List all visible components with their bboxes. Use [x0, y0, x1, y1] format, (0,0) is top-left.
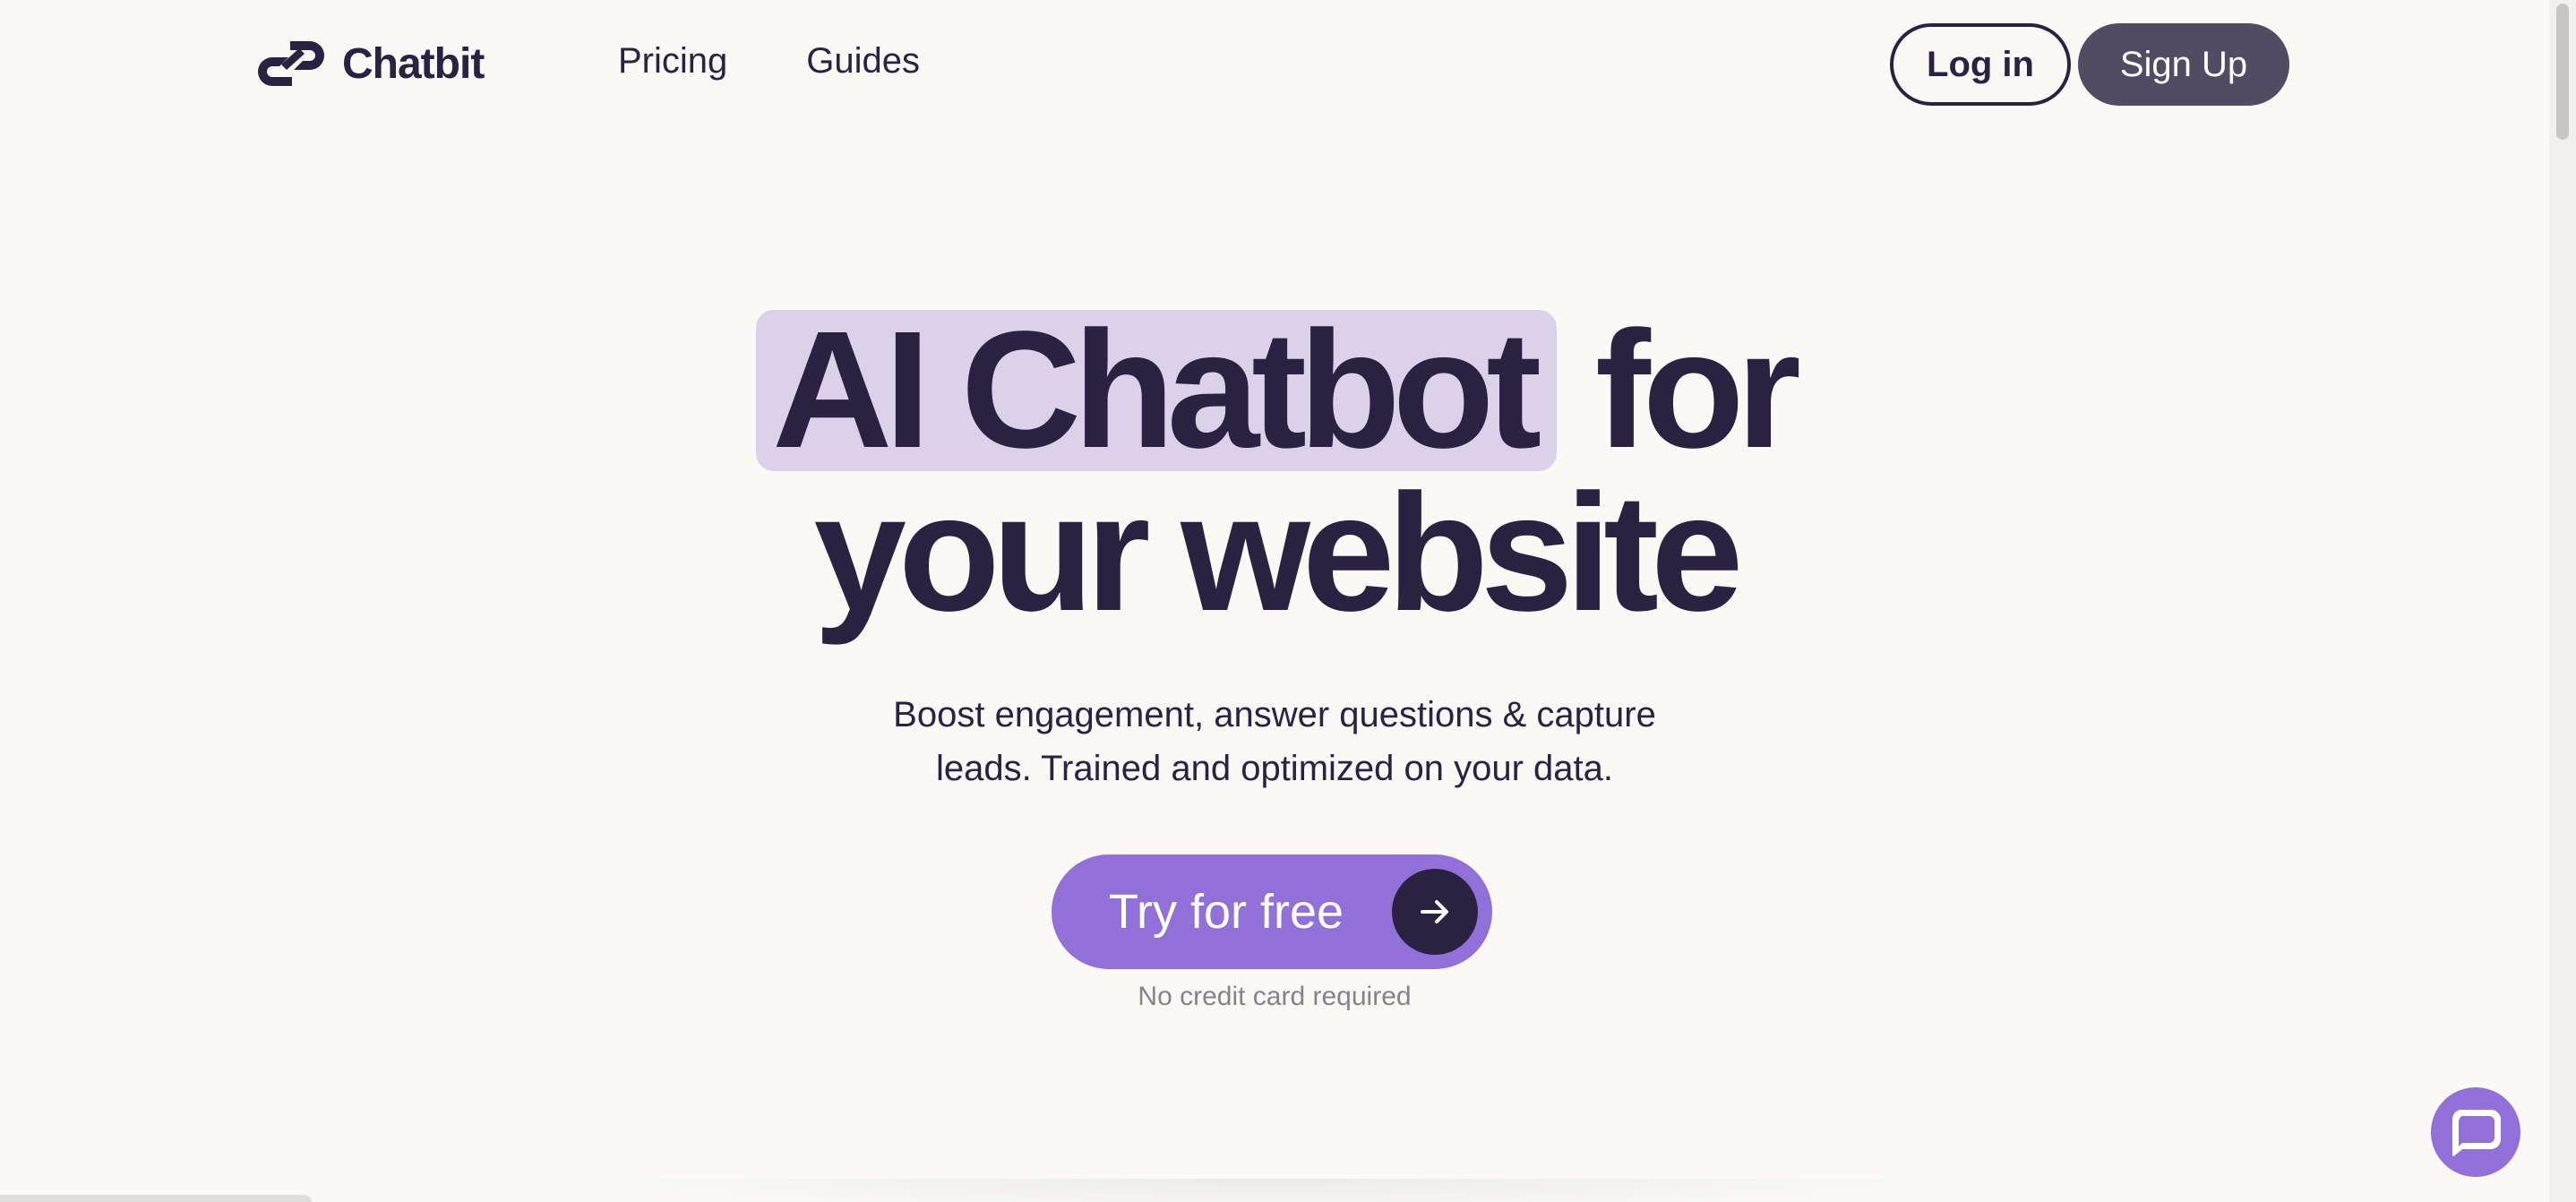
- main-nav: Pricing Guides: [618, 41, 920, 82]
- cta-label: Try for free: [1109, 885, 1344, 939]
- chat-bubble-icon: [2451, 1110, 2501, 1156]
- site-header: Chatbit Pricing Guides Log in Sign Up: [0, 0, 2549, 131]
- chat-widget-button[interactable]: [2431, 1087, 2520, 1177]
- hero-subtitle: Boost engagement, answer questions & cap…: [0, 688, 2549, 795]
- preview-card-edge: [573, 1179, 1971, 1202]
- headline-line-2: your website: [813, 460, 1744, 646]
- vertical-scrollbar[interactable]: [2549, 0, 2576, 1202]
- scrollbar-thumb[interactable]: [2556, 4, 2569, 140]
- page: Chatbit Pricing Guides Log in Sign Up AI…: [0, 0, 2576, 1202]
- headline-line-1: AI Chatbot for: [0, 307, 2549, 474]
- try-for-free-button[interactable]: Try for free: [1052, 854, 1492, 969]
- subtitle-line-1: Boost engagement, answer questions & cap…: [893, 695, 1656, 734]
- chatbit-logo-icon: [258, 41, 324, 86]
- arrow-right-icon: [1392, 869, 1478, 955]
- subtitle-line-2: leads. Trained and optimized on your dat…: [935, 749, 1614, 788]
- brand-logo[interactable]: Chatbit: [254, 38, 485, 90]
- headline-line-1-rest: for: [1594, 297, 1801, 483]
- bottom-left-tab: [0, 1195, 312, 1202]
- signup-button[interactable]: Sign Up: [2078, 23, 2289, 106]
- login-button[interactable]: Log in: [1890, 23, 2071, 106]
- nav-link-pricing[interactable]: Pricing: [618, 41, 727, 82]
- brand-name: Chatbit: [342, 39, 485, 88]
- nav-link-guides[interactable]: Guides: [806, 41, 920, 82]
- no-credit-card-note: No credit card required: [1138, 982, 1412, 1011]
- headline-highlight: AI Chatbot: [756, 307, 1558, 474]
